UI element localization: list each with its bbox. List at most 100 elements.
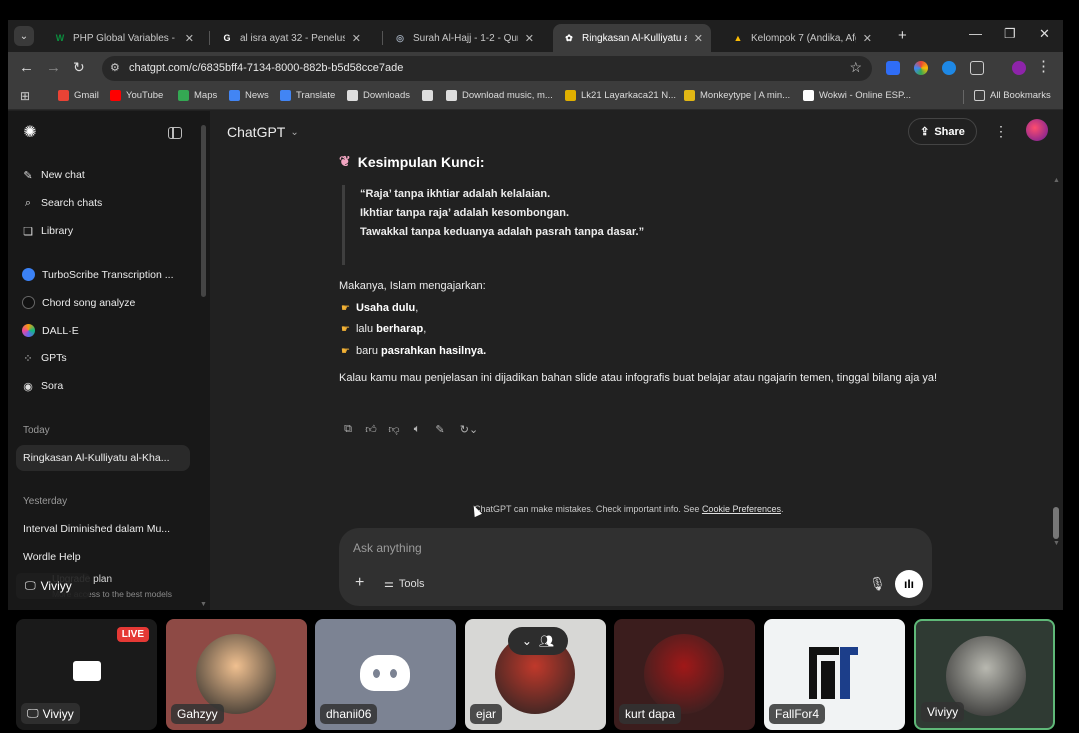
search-chats-label: Search chats — [41, 197, 103, 209]
list-item: ☛ baru pasrahkan hasilnya. — [341, 345, 487, 357]
thumbs-down-icon[interactable]: 👎︎ — [387, 422, 401, 436]
chrome-extension-icon[interactable] — [914, 61, 928, 75]
openai-logo-icon[interactable]: ✺ — [21, 124, 39, 142]
bookmark-favicon-icon — [422, 90, 433, 101]
tab-close-icon[interactable]: ✕ — [863, 32, 872, 45]
sidebar-scrollbar[interactable] — [201, 125, 206, 297]
sora-button[interactable]: ◉ Sora — [22, 380, 63, 393]
participant-tile[interactable]: FallFor4 — [764, 619, 905, 730]
participant-name-tag: ejar — [470, 704, 503, 724]
participant-tile[interactable]: LIVE 🖵︎ Viviyy — [16, 619, 157, 730]
tools-button[interactable]: ⚌ Tools — [384, 577, 425, 591]
library-button[interactable]: ❏ Library — [22, 225, 73, 238]
reload-icon[interactable]: ↻ — [73, 59, 85, 76]
live-badge: LIVE — [116, 627, 149, 642]
gpts-label: GPTs — [41, 352, 67, 364]
browser-tab[interactable]: W PHP Global Variables - Super ✕ — [44, 24, 202, 52]
extension-icon-2[interactable] — [942, 61, 956, 75]
presenting-icon: 🖵︎ — [27, 706, 39, 720]
bookmark-item[interactable]: Gmail — [58, 90, 99, 101]
profile-icon[interactable] — [1012, 61, 1026, 75]
tab-close-icon[interactable]: ✕ — [185, 32, 194, 45]
gpt-chord-song[interactable]: Chord song analyze — [22, 296, 135, 309]
tab-close-icon[interactable]: ✕ — [352, 32, 361, 45]
voice-mode-button[interactable]: ıIı — [895, 570, 923, 598]
participant-tile[interactable]: dhanii06 — [315, 619, 456, 730]
bookmark-item[interactable]: YouTube — [110, 90, 163, 101]
extension-icon[interactable] — [886, 61, 900, 75]
bookmark-item[interactable]: Wokwi - Online ESP... — [803, 90, 911, 101]
bookmark-label: YouTube — [126, 90, 164, 101]
edit-canvas-icon[interactable]: ✎ — [433, 422, 447, 436]
bookmark-item[interactable]: Download music, m... — [446, 90, 553, 101]
extensions-puzzle-icon[interactable] — [970, 61, 984, 75]
more-options-icon[interactable]: ⋮ — [994, 123, 1008, 140]
browser-tab[interactable]: ◎ Surah Al-Hajj - 1-2 - Quran ✕ — [384, 24, 542, 52]
bookmark-item[interactable]: Maps — [178, 90, 217, 101]
bookmark-item[interactable] — [422, 90, 433, 101]
gpts-button[interactable]: ⁘ GPTs — [22, 352, 67, 365]
composer: + ⚌ Tools 🎙︎ ıIı — [339, 528, 932, 606]
bookmark-label: Wokwi - Online ESP... — [819, 90, 912, 101]
address-bar[interactable]: ⚙ chatgpt.com/c/6835bff4-7134-8000-882b-… — [102, 56, 872, 81]
gpt-dalle[interactable]: DALL·E — [22, 324, 79, 337]
disclaimer: ChatGPT can make mistakes. Check importa… — [474, 504, 784, 514]
bookmark-item[interactable]: Translate — [280, 90, 335, 101]
share-button[interactable]: ⇪ Share — [908, 118, 977, 145]
thumbs-up-icon[interactable]: 👍︎ — [364, 422, 378, 436]
bookmark-item[interactable]: Monkeytype | A min... — [684, 90, 790, 101]
participants-toggle-button[interactable]: ⌄ 👥︎ — [508, 627, 568, 655]
read-aloud-icon[interactable]: 🔈︎ — [410, 422, 424, 436]
model-picker[interactable]: ChatGPT ⌄ — [227, 124, 299, 140]
participant-tile[interactable]: Viviyy — [914, 619, 1055, 730]
tab-favicon-icon: ✿ — [565, 32, 573, 43]
participant-tile[interactable]: ⌄ 👥︎ ejar — [465, 619, 606, 730]
forward-arrow-icon[interactable]: → — [46, 59, 61, 76]
scroll-up-arrow-icon[interactable]: ▲ — [1053, 177, 1060, 184]
participant-tile[interactable]: kurt dapa — [614, 619, 755, 730]
tab-search-button[interactable]: ⌄ — [14, 26, 34, 46]
regenerate-icon[interactable]: ↻⌄ — [456, 422, 482, 436]
participant-tile[interactable]: Gahzyy — [166, 619, 307, 730]
minimize-icon[interactable]: — — [969, 26, 982, 41]
window-close-icon[interactable]: ✕ — [1039, 26, 1050, 42]
browser-tab[interactable]: ✿ Ringkasan Al-Kulliyatu al-Kh ✕ — [553, 24, 711, 52]
copy-icon[interactable]: ⧉ — [341, 422, 355, 436]
gpt-turboscribe[interactable]: TurboScribe Transcription ... — [22, 268, 174, 281]
browser-tab[interactable]: Gal isra ayat 32 - Penelusuran ✕ — [211, 24, 369, 52]
browser-window: ⌄ WPHP Global Variables - Super✕ Gal isra… — [8, 20, 1063, 610]
bookmark-item[interactable]: News — [229, 90, 269, 101]
back-arrow-icon[interactable]: ← — [19, 59, 34, 76]
chat-item[interactable]: Interval Diminished dalam Mu... — [23, 523, 170, 535]
chat-item[interactable]: Wordle Help — [23, 551, 81, 563]
sidebar-toggle-icon[interactable] — [168, 127, 182, 139]
tab-close-icon[interactable]: ✕ — [694, 32, 703, 45]
chat-item-active[interactable]: Ringkasan Al-Kulliyatu al-Kha... — [16, 445, 190, 471]
microphone-icon[interactable]: 🎙︎ — [869, 576, 886, 592]
site-info-icon[interactable]: ⚙ — [110, 61, 120, 74]
scrollbar-thumb[interactable] — [1053, 507, 1059, 539]
bookmark-favicon-icon — [280, 90, 291, 101]
all-bookmarks[interactable]: All Bookmarks — [974, 90, 1051, 101]
add-attachment-icon[interactable]: + — [355, 574, 364, 592]
prompt-input[interactable] — [353, 541, 753, 555]
bookmark-item[interactable]: Downloads — [347, 90, 410, 101]
apps-grid-icon[interactable]: ⊞ — [20, 90, 32, 102]
bookmark-star-icon[interactable]: ☆ — [849, 59, 862, 76]
model-name: ChatGPT — [227, 124, 286, 140]
scroll-down-arrow-icon[interactable]: ▼ — [200, 601, 207, 608]
participant-name: Viviyy — [42, 706, 74, 721]
new-chat-button[interactable]: ✎ New chat — [22, 169, 84, 182]
browser-tab[interactable]: ▲ Kelompok 7 (Andika, Afgan, ✕ — [722, 24, 880, 52]
restore-icon[interactable]: ❐ — [1004, 26, 1016, 42]
search-chats-button[interactable]: ⌕ Search chats — [22, 197, 103, 210]
list-item: ☛ Usaha dulu, — [341, 302, 419, 314]
browser-menu-icon[interactable]: ⋮ — [1036, 57, 1051, 75]
tab-close-icon[interactable]: ✕ — [525, 32, 534, 45]
scroll-down-arrow-icon[interactable]: ▼ — [1053, 540, 1060, 547]
main-scrollbar[interactable]: ▲ ▼ — [1053, 177, 1060, 609]
bookmark-item[interactable]: Lk21 Layarkaca21 N... — [565, 90, 676, 101]
cookie-preferences-link[interactable]: Cookie Preferences — [702, 504, 781, 514]
new-tab-button[interactable]: + — [898, 27, 907, 44]
avatar[interactable] — [1026, 119, 1048, 141]
